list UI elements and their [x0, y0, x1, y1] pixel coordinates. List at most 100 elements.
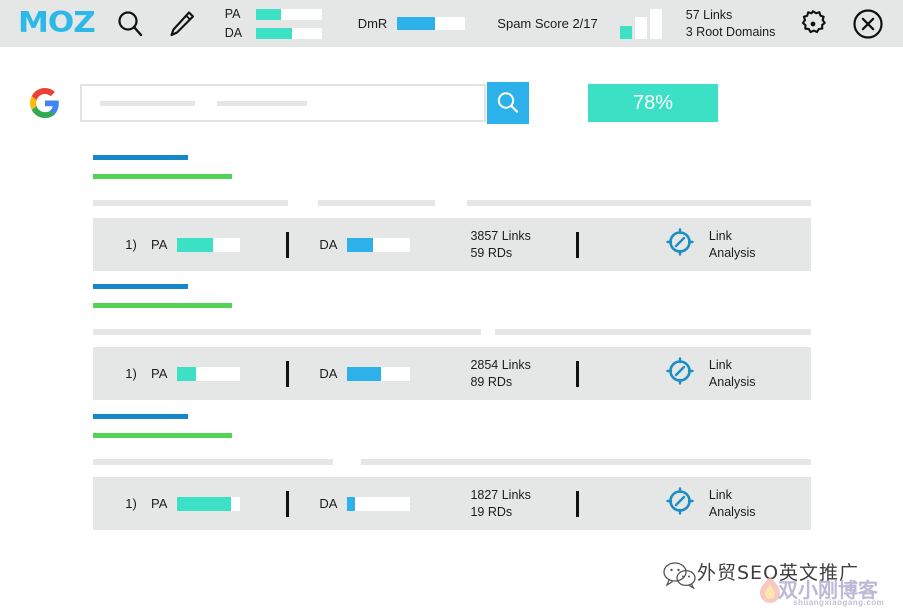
result-pa-metric: PA — [151, 496, 241, 511]
result-pa-metric: PA — [151, 237, 241, 252]
result-pa-gauge — [177, 237, 241, 252]
spark-bar-1 — [619, 25, 632, 39]
result-da-label: DA — [319, 496, 338, 511]
pencil-icon[interactable] — [165, 8, 197, 40]
result-rank: 1) — [125, 496, 137, 511]
result-rank: 1) — [125, 366, 137, 381]
result-links-summary: 2854 Links 89 RDs — [470, 357, 530, 391]
link-analysis-icon[interactable] — [665, 227, 695, 262]
wechat-icon — [663, 561, 697, 594]
metric-pa-fill — [255, 8, 281, 20]
result-metrics-bar: 1) PA DA 3857 Links 59 RDs Link Analysis — [93, 218, 811, 271]
search-result-snippet[interactable] — [93, 414, 811, 465]
search-submit-button[interactable] — [487, 82, 529, 124]
result-desc-gap — [435, 200, 467, 206]
result-desc-line — [361, 459, 811, 465]
divider — [286, 231, 290, 258]
result-desc-line — [318, 200, 435, 206]
spam-score-label: Spam Score 2/17 — [497, 16, 598, 31]
result-da-gauge — [347, 237, 411, 252]
metric-pa-label: PA — [224, 7, 241, 21]
score-badge: 78% — [588, 84, 718, 122]
link-analysis-icon[interactable] — [665, 486, 695, 521]
result-root-domains: 89 RDs — [470, 374, 513, 389]
result-title-link[interactable] — [93, 284, 188, 289]
result-pa-label: PA — [151, 366, 168, 381]
result-da-gauge — [347, 496, 411, 511]
link-analysis-action[interactable]: Link Analysis — [665, 486, 756, 521]
link-analysis-label[interactable]: Link Analysis — [709, 228, 756, 261]
result-desc-line — [93, 329, 481, 335]
result-pa-fill — [177, 237, 214, 252]
result-desc-gap — [481, 329, 495, 335]
result-metrics-bar: 1) PA DA 1827 Links 19 RDs Link Analysis — [93, 477, 811, 530]
divider — [286, 360, 290, 387]
link-analysis-label[interactable]: Link Analysis — [709, 357, 756, 390]
result-url — [93, 433, 232, 438]
metric-da-gauge — [255, 27, 322, 39]
metric-da-label: DA — [224, 26, 243, 40]
metric-dmr-fill — [397, 17, 435, 30]
metric-pa-gauge — [255, 8, 322, 20]
result-desc-line — [467, 200, 811, 206]
metric-dmr: DmR — [358, 16, 466, 31]
link-analysis-label[interactable]: Link Analysis — [709, 487, 756, 520]
page-authority-metrics: PA DA — [225, 7, 322, 40]
spark-bar-2 — [634, 16, 647, 39]
link-analysis-icon[interactable] — [665, 356, 695, 391]
result-da-metric: DA — [319, 496, 411, 511]
metric-dmr-gauge — [397, 17, 466, 30]
result-da-label: DA — [319, 366, 338, 381]
result-url — [93, 174, 232, 179]
search-input[interactable] — [80, 84, 486, 122]
result-da-label: DA — [319, 237, 338, 252]
result-rank: 1) — [125, 237, 137, 252]
links-count: 57 Links — [685, 8, 733, 22]
result-da-fill — [347, 237, 373, 252]
metric-da-fill — [255, 27, 292, 39]
divider — [575, 231, 579, 258]
spam-score-chart — [619, 8, 662, 39]
search-result-snippet[interactable] — [93, 155, 811, 206]
close-circle-icon[interactable] — [851, 7, 885, 41]
spark-bar-3 — [649, 8, 662, 39]
result-desc-gap — [333, 459, 361, 465]
result-url — [93, 303, 232, 308]
result-description — [93, 459, 811, 465]
result-pa-gauge — [177, 366, 241, 381]
result-root-domains: 19 RDs — [470, 504, 513, 519]
search-placeholder-bar-2 — [217, 100, 307, 106]
result-links-summary: 1827 Links 19 RDs — [470, 487, 530, 521]
divider — [575, 360, 579, 387]
result-pa-label: PA — [151, 496, 168, 511]
result-pa-fill — [177, 496, 231, 511]
gear-icon[interactable] — [797, 8, 829, 40]
metric-dmr-label: DmR — [357, 16, 388, 31]
result-da-gauge — [347, 366, 411, 381]
result-desc-line — [93, 200, 288, 206]
result-title-link[interactable] — [93, 155, 188, 160]
link-analysis-action[interactable]: Link Analysis — [665, 356, 756, 391]
result-links-count: 1827 Links — [470, 487, 531, 502]
search-icon[interactable] — [115, 9, 145, 39]
result-links-summary: 3857 Links 59 RDs — [470, 228, 530, 262]
result-root-domains: 59 RDs — [470, 245, 513, 260]
result-pa-fill — [177, 366, 197, 381]
result-da-metric: DA — [319, 366, 411, 381]
search-row: 78% — [30, 82, 718, 124]
search-result-snippet[interactable] — [93, 284, 811, 335]
moz-logo: MOZ — [18, 6, 96, 40]
result-desc-line — [93, 459, 333, 465]
metric-da: DA — [225, 26, 322, 40]
result-pa-label: PA — [151, 237, 168, 252]
result-links-count: 2854 Links — [470, 357, 531, 372]
divider — [575, 490, 579, 517]
metric-pa: PA — [225, 7, 322, 21]
result-pa-gauge — [177, 496, 241, 511]
google-logo — [30, 88, 60, 118]
links-summary: 57 Links 3 Root Domains — [686, 7, 776, 40]
link-analysis-action[interactable]: Link Analysis — [665, 227, 756, 262]
result-desc-line — [495, 329, 811, 335]
result-links-count: 3857 Links — [470, 228, 531, 243]
result-title-link[interactable] — [93, 414, 188, 419]
